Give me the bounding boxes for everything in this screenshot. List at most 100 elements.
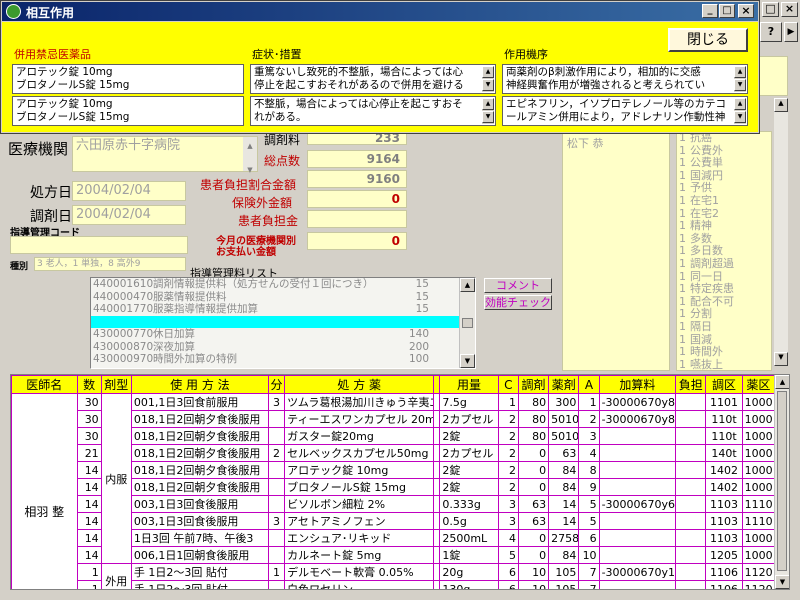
cell-a[interactable]: 5 [578,512,600,530]
minimize-button[interactable]: _ [702,4,718,18]
pharmacist-item[interactable]: 松下 恭 [563,135,669,151]
cell-add[interactable]: -30000670y10, [598,563,677,581]
cell-c[interactable]: 3 [497,495,519,513]
cell-drug[interactable]: ビソルボン細粒 2% [284,495,435,513]
column-header[interactable]: C [497,375,519,394]
cell-add[interactable]: -30000670y63, [598,495,677,513]
column-header[interactable]: 薬区 [741,375,776,394]
cell-count[interactable]: 14 [76,512,102,530]
drug-box-2[interactable]: アロテック錠 10mg ブロタノールS錠 15mg [12,96,244,126]
cell-c[interactable]: 2 [497,427,519,445]
right-list[interactable]: 1 抗癌 1 公費外 1 公費単 1 国減円 1 予供 1 在宅1 1 在宅2 1 精神 1 多数 1 多日数 1 調剤超… [676,131,772,371]
cell-add[interactable]: -30000670y80, [598,410,677,428]
right-list-item[interactable]: 1 精神 [679,219,771,233]
cell-yk[interactable]: 1000 [741,529,776,547]
cell-div[interactable]: 1 [267,563,286,581]
right-list-item[interactable]: 1 特定疾患 [679,282,771,296]
column-header[interactable]: 調区 [705,375,743,394]
cell-dose[interactable]: 2500mL [439,529,499,547]
cell-med[interactable]: 84 [548,478,580,496]
cell-burden[interactable] [675,495,707,513]
right-list-scrollbar[interactable]: ▲ ▼ [774,98,788,366]
drug-box-1[interactable]: アロテック錠 10mg ブロタノールS錠 15mg [12,64,244,94]
effect-check-button[interactable]: 効能チェック [484,295,552,310]
cell-disp[interactable]: 63 [517,495,550,513]
cell-yk[interactable]: 1000 [741,427,776,445]
cell-dk[interactable]: 110t [705,427,743,445]
cell-c[interactable]: 6 [497,580,519,589]
cell-c[interactable]: 4 [497,529,519,547]
right-list-item[interactable]: 1 隔日 [679,320,771,334]
cell-burden[interactable] [675,444,707,462]
cell-dk[interactable]: 1103 [705,495,743,513]
column-header[interactable]: A [578,375,600,394]
cell-a[interactable]: 2 [578,410,600,428]
cell-yk[interactable]: 1000 [741,410,776,428]
cell-a[interactable]: 7 [578,580,600,589]
cell-add[interactable]: -30000670y80, [598,393,677,411]
fee-list[interactable]: 440001610 調剤情報提供料（処方せんの受付１回につき） 15 44000047… [90,277,476,369]
cell-dk[interactable]: 1402 [705,478,743,496]
prescription-table-scrollbar[interactable]: ▲ ▼ [774,375,789,589]
cell-burden[interactable] [675,393,707,411]
cell-dose[interactable]: 130g [439,580,499,589]
close-dialog-button[interactable]: 閉じる [668,28,748,52]
cell-div[interactable] [267,546,286,564]
prescription-table-frame[interactable]: 医師名数剤型使 用 方 法分処 方 薬用量 C 調剤 薬剤 A 加算料 負担 調区 薬区 相羽 … [10,374,790,590]
mechanism-scroll-1[interactable]: ▲ ▼ [734,66,746,92]
cell-add[interactable] [598,580,677,589]
fee-list-item[interactable]: 430000770 休日加算 140 [91,328,459,341]
right-list-item[interactable]: 1 調剤超過 [679,257,771,271]
fee-list-item[interactable]: 440000470 服薬情報提供料 15 [91,291,459,304]
cell-count[interactable]: 30 [76,393,102,411]
cell-a[interactable]: 10 [578,546,600,564]
cell-div[interactable] [267,580,286,589]
category-field[interactable]: 3 老人，1 単独，8 高外9 [34,257,186,271]
cell-yk[interactable]: 1120 [741,563,776,581]
cell-yk[interactable]: 1110 [741,512,776,530]
cell-dose[interactable]: 20g [439,563,499,581]
prescription-table[interactable]: 医師名数剤型使 用 方 法分処 方 薬用量 C 調剤 薬剤 A 加算料 負担 調区 薬区 相羽 … [11,375,776,589]
cell-med[interactable]: 105 [548,563,580,581]
cell-disp[interactable]: 0 [517,529,550,547]
cell-c[interactable]: 2 [497,461,519,479]
cell-disp[interactable]: 80 [517,393,550,411]
cell-disp[interactable]: 0 [517,461,550,479]
cell-div[interactable] [267,529,286,547]
cell-dose[interactable]: 2カプセル [439,444,499,462]
cell-div[interactable] [267,478,286,496]
cell-usage[interactable]: 018,1日2回朝夕食後服用 [130,461,269,479]
cell-count[interactable]: 1 [76,563,102,581]
cell-disp[interactable]: 0 [517,478,550,496]
cell-dose[interactable]: 2錠 [439,427,499,445]
cell-usage[interactable]: 018,1日2回朝夕食後服用 [130,410,269,428]
cell-a[interactable]: 5 [578,495,600,513]
pharmacist-list[interactable]: 松下 恭 [562,131,670,371]
cell-drug[interactable]: ガスター錠20mg [284,427,435,445]
cell-burden[interactable] [675,546,707,564]
cell-dose[interactable]: 1錠 [439,546,499,564]
cell-yk[interactable]: 1120 [741,580,776,589]
cell-usage[interactable]: 003,1日3回食後服用 [130,495,269,513]
cell-burden[interactable] [675,427,707,445]
cell-dose[interactable]: 0.5g [439,512,499,530]
cell-c[interactable]: 1 [497,393,519,411]
cell-dk[interactable]: 1101 [705,393,743,411]
cell-dk[interactable]: 110t [705,410,743,428]
cell-yk[interactable]: 1110 [741,495,776,513]
cell-dose[interactable]: 2錠 [439,478,499,496]
main-close-button[interactable]: × [781,2,798,17]
fee-list-item[interactable]: 430000970 時間外加算の特例 100 [91,353,459,366]
mechanism-box-2[interactable]: エピネフリン，イソプロテレノール等のカテコ ールアミン併用により，アドレナリン作動… [502,96,748,126]
cell-med[interactable]: 84 [548,546,580,564]
cell-c[interactable]: 6 [497,563,519,581]
cell-burden[interactable] [675,478,707,496]
cell-a[interactable]: 3 [578,427,600,445]
cell-med[interactable]: 84 [548,461,580,479]
right-list-item[interactable]: 1 在宅1 [679,194,771,208]
cell-c[interactable]: 2 [497,478,519,496]
cell-add[interactable] [598,546,677,564]
cell-yk[interactable]: 1000 [741,546,776,564]
cell-drug[interactable]: ティーエスワンカプセル 20mg( [284,410,435,428]
fee-list-item[interactable]: 440001610 調剤情報提供料（処方せんの受付１回につき） 15 [91,278,459,291]
